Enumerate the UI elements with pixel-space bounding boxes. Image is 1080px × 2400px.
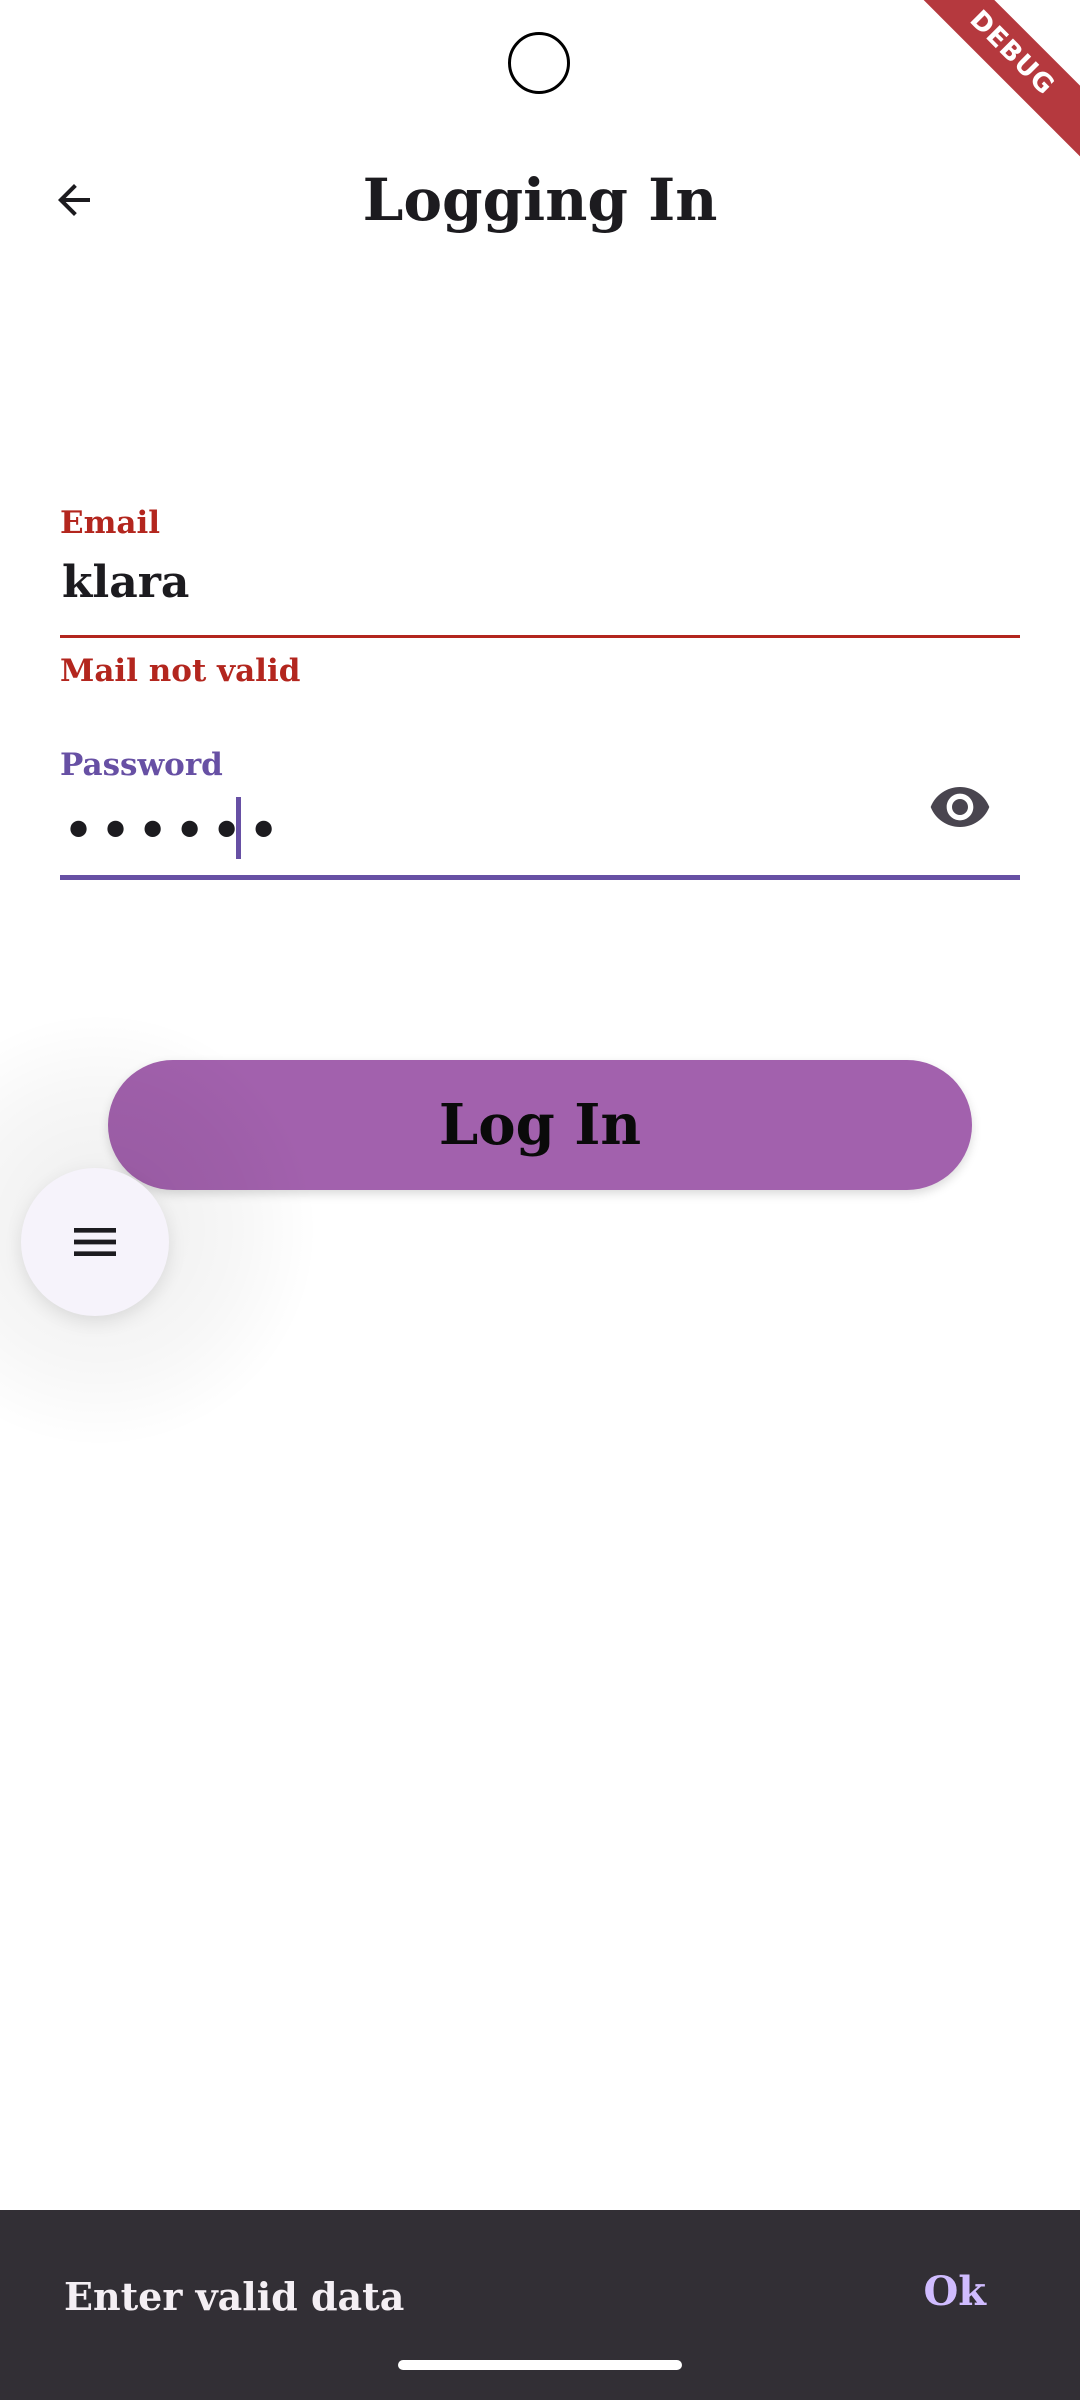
menu-icon: [74, 1228, 116, 1256]
text-cursor: [236, 797, 241, 859]
email-error-text: Mail not valid: [60, 653, 301, 689]
password-input-value[interactable]: ••••••: [62, 799, 284, 864]
app-bar: Logging In: [0, 150, 1080, 250]
email-input-value[interactable]: klara: [62, 557, 189, 608]
home-indicator[interactable]: [398, 2360, 682, 2370]
password-underline: [60, 875, 1020, 880]
password-field[interactable]: Password ••••••: [60, 747, 1020, 887]
toggle-visibility-button[interactable]: [920, 767, 1000, 847]
camera-cutout: [508, 32, 570, 94]
password-label: Password: [60, 747, 223, 783]
debug-banner: DEBUG: [895, 0, 1080, 170]
snackbar-ok-button[interactable]: Ok: [923, 2268, 986, 2315]
login-screen: DEBUG Logging In Email klara Mail not va…: [0, 0, 1080, 2400]
menu-fab[interactable]: [21, 1168, 169, 1316]
snackbar-message: Enter valid data: [64, 2274, 405, 2319]
login-button-label: Log In: [438, 1092, 642, 1158]
email-field[interactable]: Email klara Mail not valid: [60, 505, 1020, 695]
eye-icon: [930, 787, 990, 827]
email-label: Email: [60, 505, 161, 541]
page-title: Logging In: [362, 166, 718, 234]
email-underline: [60, 635, 1020, 638]
snackbar: Enter valid data Ok: [0, 2210, 1080, 2400]
